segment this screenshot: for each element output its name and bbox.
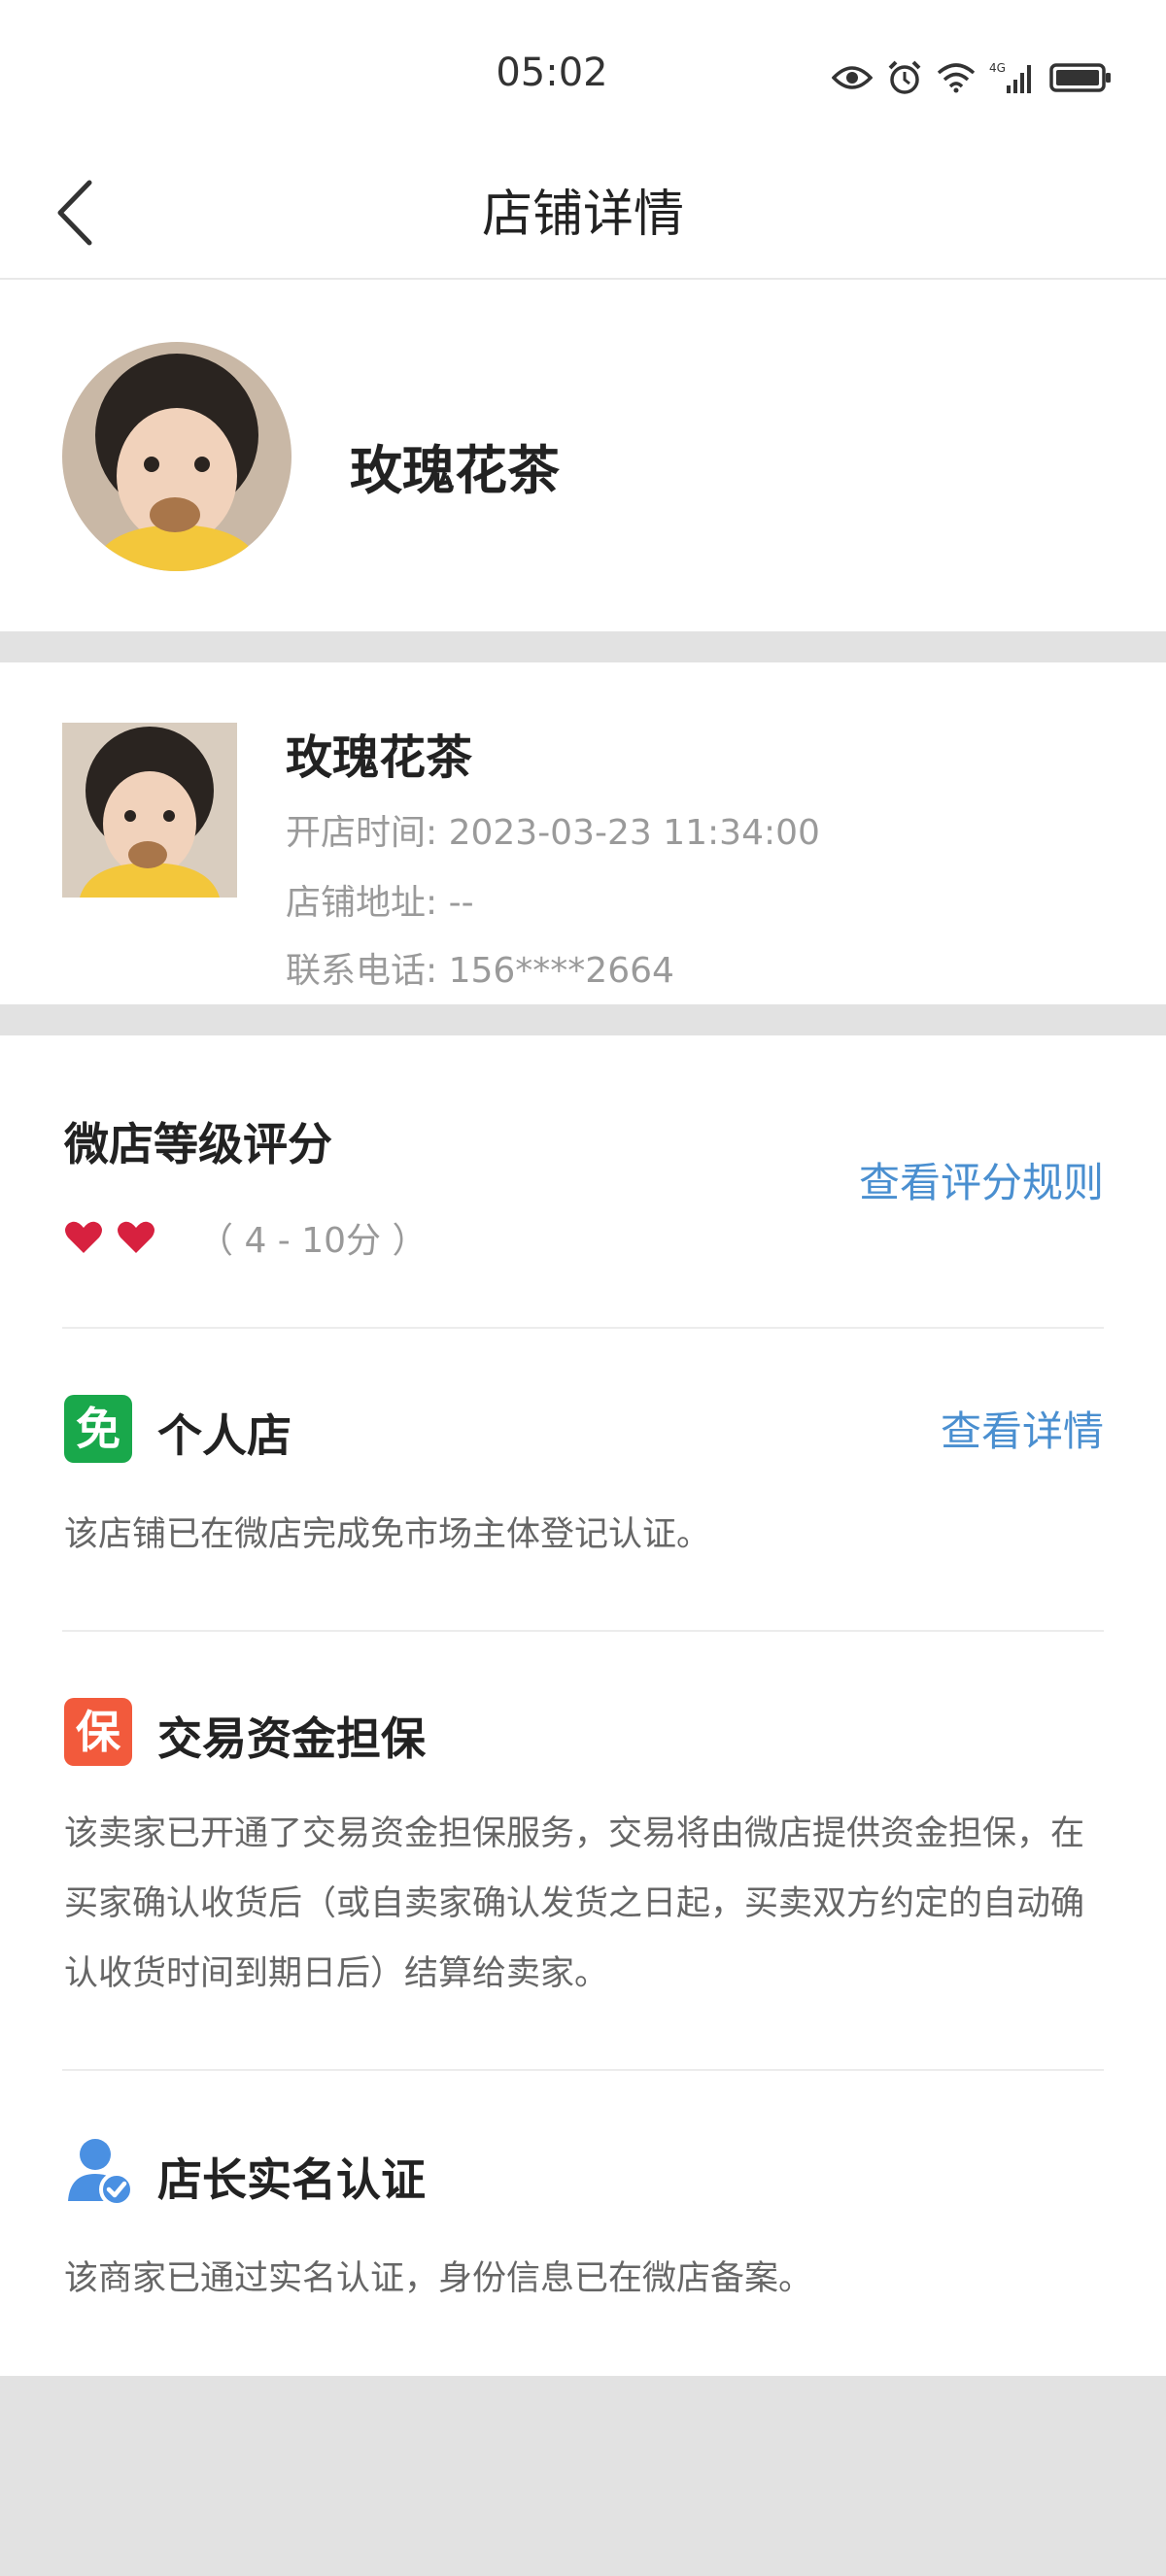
- signal-4g-icon: 4G: [989, 61, 1031, 93]
- divider: [62, 1630, 1104, 1632]
- shop-credentials-card: 微店等级评分 查看评分规则 （ 4 - 10分 ） 免 个人店 查看详情 该店铺…: [0, 1035, 1166, 2376]
- wifi-icon: [937, 63, 976, 93]
- rating-range: （ 4 - 10分 ）: [198, 1221, 428, 1261]
- view-details-link[interactable]: 查看详情: [941, 1399, 1104, 1458]
- shop-info-card: 玫瑰花茶 开店时间: 2023-03-23 11:34:00 店铺地址: -- …: [0, 662, 1166, 1004]
- real-name-auth-title: 店长实名认证: [157, 2153, 426, 2206]
- nav-bar: 店铺详情: [0, 144, 1166, 280]
- divider: [62, 1327, 1104, 1329]
- battery-icon: [1049, 63, 1111, 92]
- real-name-auth-desc: 该商家已通过实名认证，身份信息已在微店备案。: [64, 2259, 813, 2298]
- info-shop-name: 玫瑰花茶: [286, 730, 473, 785]
- view-rating-rules-link[interactable]: 查看评分规则: [859, 1150, 1104, 1209]
- shop-name: 玫瑰花茶: [350, 440, 560, 501]
- shop-avatar: [62, 342, 292, 571]
- personal-shop-title: 个人店: [157, 1409, 292, 1462]
- status-icons: 4G: [832, 58, 1112, 97]
- divider: [62, 2069, 1104, 2071]
- contact-phone: 联系电话: 156****2664: [286, 951, 674, 991]
- status-bar: 05:02 4G: [0, 0, 1166, 146]
- open-time: 开店时间: 2023-03-23 11:34:00: [286, 813, 820, 853]
- shop-thumbnail: [62, 723, 237, 898]
- page-title: 店铺详情: [481, 186, 684, 244]
- svg-text:4G: 4G: [989, 61, 1006, 75]
- fund-guarantee-desc: 该卖家已开通了交易资金担保服务，交易将由微店提供资金担保，在买家确认收货后（或自…: [64, 1814, 1085, 1993]
- eye-icon: [832, 66, 873, 89]
- alarm-icon: [888, 60, 921, 94]
- exempt-badge-icon: 免: [64, 1395, 132, 1463]
- rating-title: 微店等级评分: [64, 1118, 332, 1170]
- verified-user-icon: [68, 2139, 134, 2207]
- personal-shop-desc: 该店铺已在微店完成免市场主体登记认证。: [64, 1515, 711, 1554]
- rating-row: （ 4 - 10分 ）: [64, 1212, 427, 1263]
- shop-address: 店铺地址: --: [286, 883, 474, 923]
- shop-header: 玫瑰花茶: [0, 280, 1166, 631]
- fund-guarantee-title: 交易资金担保: [157, 1712, 426, 1765]
- heart-icon: [65, 1221, 102, 1253]
- heart-icon: [118, 1221, 154, 1253]
- guarantee-badge-icon: 保: [64, 1698, 132, 1766]
